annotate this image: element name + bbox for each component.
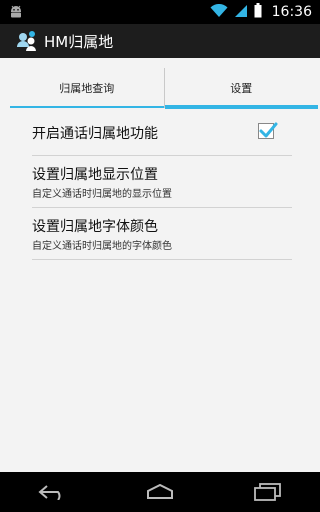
tab-settings-label: 设置 [230, 81, 253, 95]
action-bar: HM归属地 [0, 24, 320, 58]
settings-list: 开启通话归属地功能 设置归属地显示位置 自定义通话时归属地的显示位置 设置归属地… [32, 110, 292, 260]
checkmark-icon [259, 122, 278, 138]
setting-enable-lookup-label: 开启通话归属地功能 [32, 125, 158, 142]
setting-font-color-label: 设置归属地字体颜色 [32, 219, 158, 235]
content-area: 归属地查询 设置 开启通话归属地功能 设置归属地显示位置 自定义通话时归属地的显… [0, 58, 320, 472]
setting-display-position[interactable]: 设置归属地显示位置 自定义通话时归属地的显示位置 [32, 156, 292, 208]
setting-display-position-label: 设置归属地显示位置 [32, 167, 158, 183]
navigation-bar [0, 472, 320, 512]
tab-bar: 归属地查询 设置 [10, 68, 318, 109]
battery-icon [254, 2, 262, 22]
home-icon [146, 484, 173, 499]
recent-apps-button[interactable] [247, 477, 287, 507]
setting-font-color[interactable]: 设置归属地字体颜色 自定义通话时归属地的字体颜色 [32, 208, 292, 260]
setting-display-position-summary: 自定义通话时归属地的显示位置 [32, 189, 172, 200]
setting-font-color-summary: 自定义通话时归属地的字体颜色 [32, 241, 172, 252]
back-icon [38, 485, 61, 500]
tab-lookup-label: 归属地查询 [59, 81, 115, 95]
status-bar: 16:36 [0, 0, 320, 24]
tab-lookup-underline [10, 106, 164, 108]
setting-enable-lookup[interactable]: 开启通话归属地功能 [32, 110, 292, 156]
android-notification-icon [8, 4, 24, 23]
wifi-icon [210, 3, 228, 22]
tab-settings[interactable]: 设置 [164, 68, 318, 109]
enable-lookup-checkbox[interactable] [258, 122, 278, 139]
tab-lookup[interactable]: 归属地查询 [10, 68, 165, 108]
app-title: HM归属地 [44, 32, 114, 51]
back-button[interactable] [33, 477, 73, 507]
recent-apps-icon [253, 483, 281, 501]
clock: 16:36 [271, 4, 312, 20]
app-icon[interactable] [16, 30, 38, 52]
signal-icon [234, 3, 248, 22]
home-button[interactable] [140, 477, 180, 507]
tab-settings-indicator [164, 105, 318, 109]
